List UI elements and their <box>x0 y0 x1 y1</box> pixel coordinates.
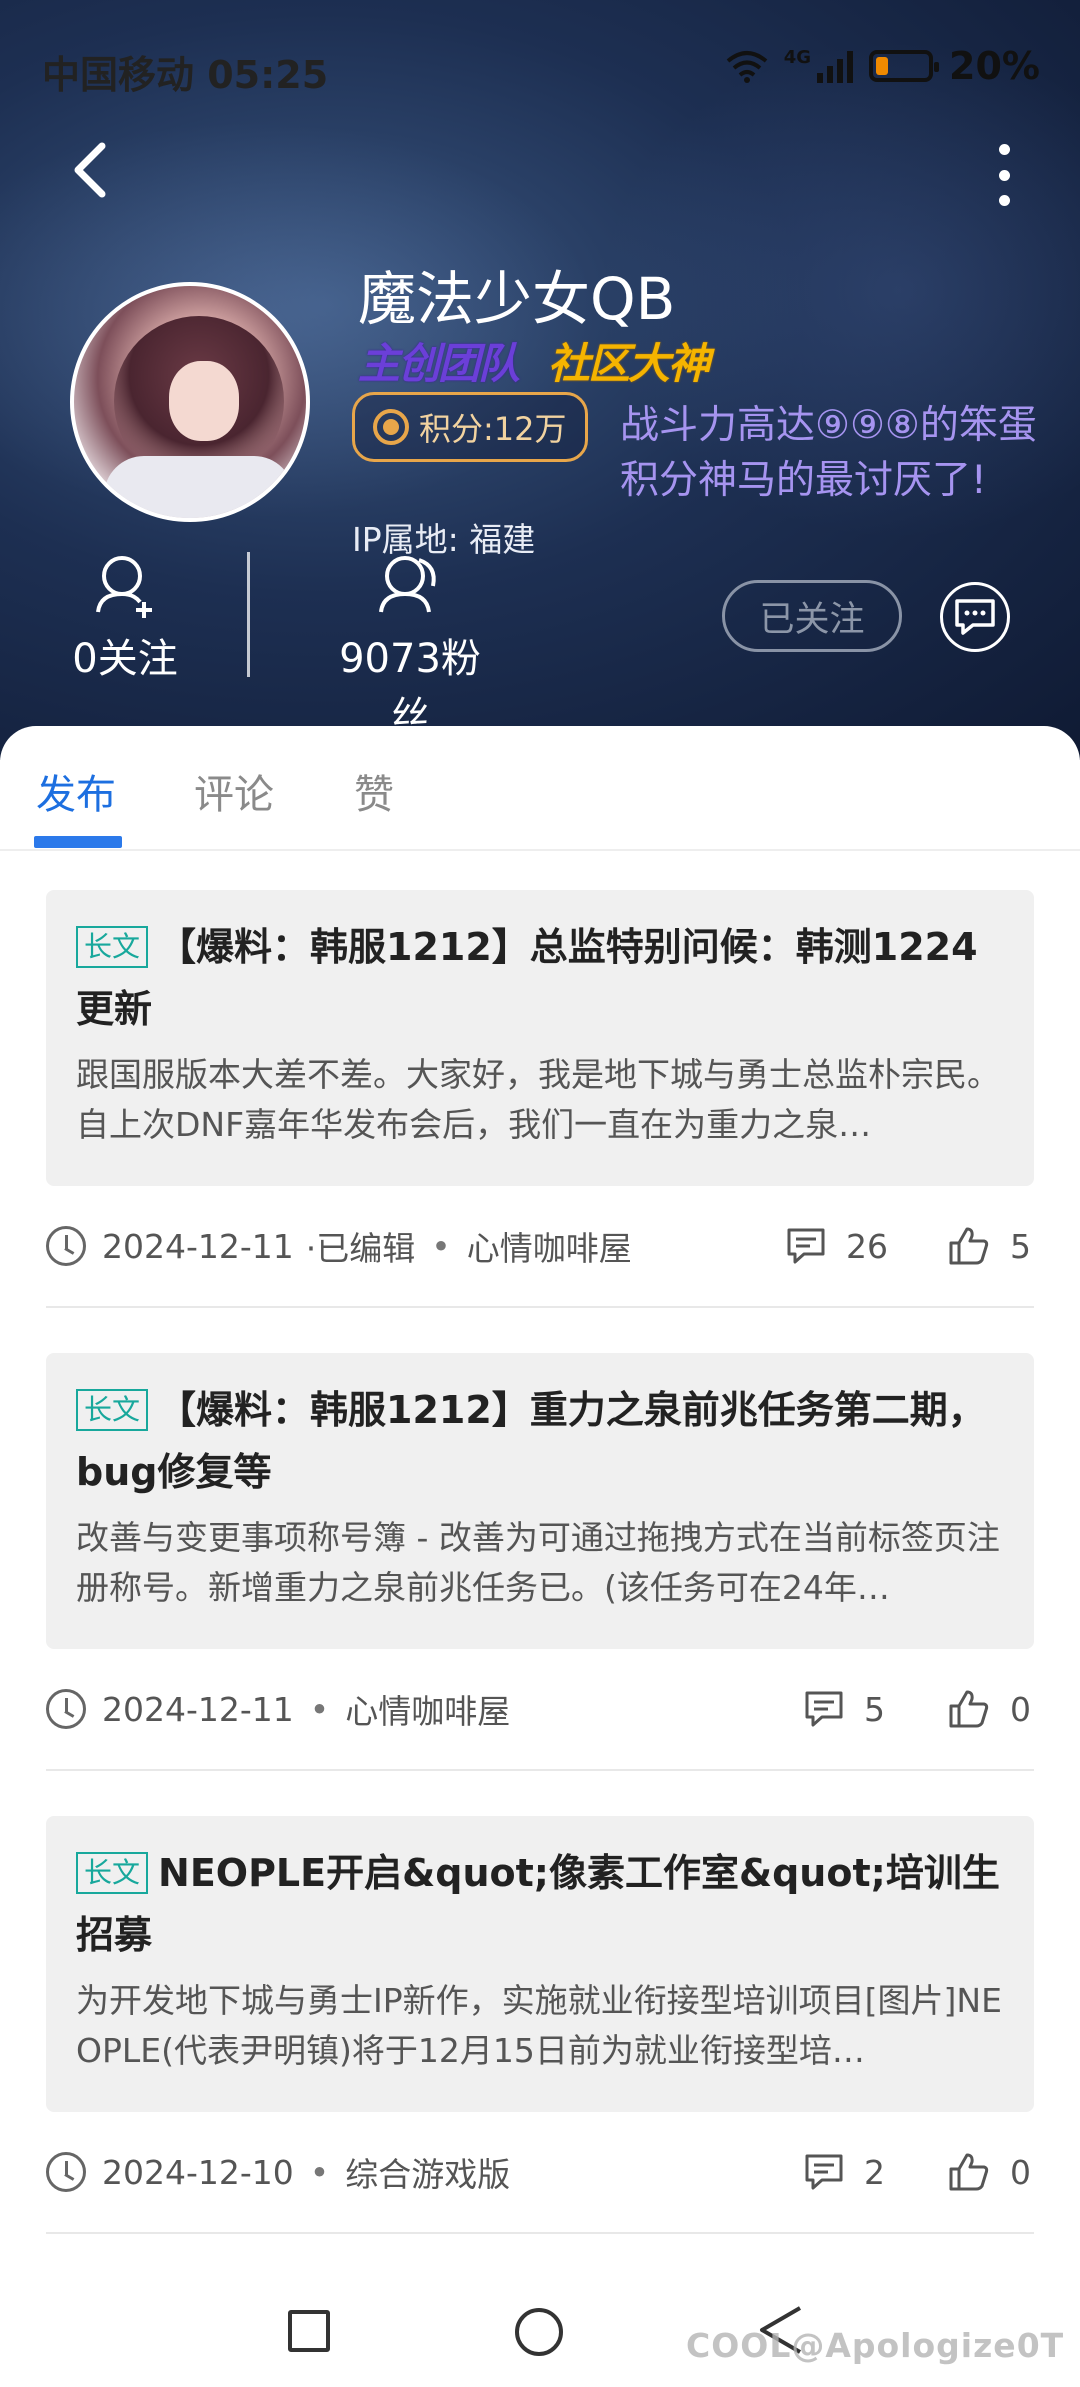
username: 魔法少女QB <box>358 265 676 333</box>
watermark: COOL@Apologize0T <box>686 2326 1065 2365</box>
post-title: 长文 NEOPLE开启&quot;像素工作室&quot;培训生招募 <box>76 1842 1004 1966</box>
network-type: 4G <box>783 46 812 68</box>
like-icon[interactable] <box>948 1226 990 1266</box>
post-divider <box>46 1769 1034 1771</box>
avatar[interactable] <box>70 282 310 522</box>
meta-separator: • <box>309 1689 330 1729</box>
signal-icon <box>817 49 854 83</box>
following-count: 0关注 <box>72 636 178 682</box>
like-count: 0 <box>1010 2152 1031 2192</box>
post-card[interactable]: 长文 NEOPLE开启&quot;像素工作室&quot;培训生招募 为开发地下城与… <box>46 1816 1034 2112</box>
post-card[interactable]: 长文 【爆料：韩服1212】重力之泉前兆任务第二期，bug修复等 改善与变更事项称… <box>46 1353 1034 1649</box>
back-icon[interactable] <box>62 140 122 200</box>
post-board[interactable]: 心情咖啡屋 <box>345 1685 510 1733</box>
post-item[interactable]: 长文 NEOPLE开启&quot;像素工作室&quot;培训生招募 为开发地下城与… <box>46 1816 1034 2234</box>
points-label: 积分:12万 <box>419 410 567 448</box>
comment-icon[interactable] <box>804 1690 844 1728</box>
chat-icon <box>955 599 995 635</box>
post-date: 2024-12-10 <box>102 2152 294 2192</box>
comment-icon[interactable] <box>804 2153 844 2191</box>
post-item[interactable]: 长文 【爆料：韩服1212】总监特别问候：韩测1224更新 跟国服版本大差不差。大… <box>46 890 1034 1308</box>
content-panel: 发布 评论 赞 长文 【爆料：韩服1212】总监特别问候：韩测1224更新 跟国服… <box>0 726 1080 2266</box>
post-title-text: 【爆料：韩服1212】总监特别问候：韩测1224更新 <box>76 925 978 1031</box>
tab-indicator <box>34 836 122 848</box>
tab-likes[interactable]: 赞 <box>354 762 394 820</box>
like-icon[interactable] <box>948 1689 990 1729</box>
clock-icon <box>46 1689 86 1729</box>
chat-button[interactable] <box>940 582 1010 652</box>
badge-team: 主创团队 <box>358 339 520 388</box>
followed-button[interactable]: 已关注 <box>722 580 902 652</box>
long-post-tag: 长文 <box>76 1389 149 1431</box>
post-stats: 2 0 <box>804 2112 1034 2232</box>
tab-posts[interactable]: 发布 <box>36 762 116 820</box>
comment-icon[interactable] <box>786 1227 826 1265</box>
tab-bar: 发布 评论 赞 <box>0 726 1080 851</box>
clock-icon <box>46 2152 86 2192</box>
post-date: 2024-12-11 <box>102 1226 294 1266</box>
post-stats: 26 5 <box>786 1186 1034 1306</box>
meta-separator: • <box>309 2152 330 2192</box>
post-summary: 为开发地下城与勇士IP新作，实施就业衔接型培训项目[图片]NEOPLE(代表尹明… <box>76 1981 1002 2070</box>
more-icon[interactable] <box>984 140 1024 210</box>
post-divider <box>46 1306 1034 1308</box>
post-meta: 2024-12-11 • 心情咖啡屋 5 0 <box>46 1649 1034 1769</box>
wifi-icon <box>726 51 768 83</box>
post-title-text: NEOPLE开启&quot;像素工作室&quot;培训生招募 <box>76 1851 1000 1957</box>
points-badge[interactable]: 积分:12万 <box>352 392 588 462</box>
like-count: 0 <box>1010 1689 1031 1729</box>
post-title-text: 【爆料：韩服1212】重力之泉前兆任务第二期，bug修复等 <box>76 1388 986 1494</box>
post-card[interactable]: 长文 【爆料：韩服1212】总监特别问候：韩测1224更新 跟国服版本大差不差。大… <box>46 890 1034 1186</box>
post-board[interactable]: 综合游戏版 <box>345 2148 510 2196</box>
fans-icon <box>379 556 436 613</box>
post-divider <box>46 2232 1034 2234</box>
home-icon[interactable] <box>515 2308 563 2356</box>
post-summary: 跟国服版本大差不差。大家好，我是地下城与勇士总监朴宗民。自上次DNF嘉年华发布会… <box>76 1055 1000 1144</box>
user-signature: 战斗力高达⑨⑨⑧的笨蛋 积分神马的最讨厌了! <box>620 403 1037 503</box>
status-icons: 4G 20% <box>726 44 1040 88</box>
comment-count: 2 <box>864 2152 885 2192</box>
comment-count: 5 <box>864 1689 885 1729</box>
badge-row: 主创团队 社区大神 <box>358 330 710 391</box>
tab-comments[interactable]: 评论 <box>194 762 274 820</box>
follow-user-icon <box>96 556 152 618</box>
fans-count: 9073粉丝 <box>339 636 481 740</box>
post-date: 2024-12-11 <box>102 1689 294 1729</box>
meta-separator: • <box>431 1226 451 1266</box>
badge-god: 社区大神 <box>548 339 710 388</box>
post-item[interactable]: 长文 【爆料：韩服1212】重力之泉前兆任务第二期，bug修复等 改善与变更事项称… <box>46 1353 1034 1771</box>
profile-header: 中国移动 05:25 4G 20% 魔法少女QB 主创团队 社区大神 积分:12… <box>0 0 1080 760</box>
like-icon[interactable] <box>948 2152 990 2192</box>
post-board[interactable]: 心情咖啡屋 <box>467 1222 632 1270</box>
status-bar: 中国移动 05:25 4G 20% <box>0 0 1080 140</box>
battery-percent: 20% <box>949 44 1040 88</box>
system-nav-bar: COOL@Apologize0T <box>0 2266 1080 2387</box>
post-meta: 2024-12-11 ·已编辑 • 心情咖啡屋 26 5 <box>46 1186 1034 1306</box>
post-stats: 5 0 <box>804 1649 1034 1769</box>
post-summary: 改善与变更事项称号簿 - 改善为可通过拖拽方式在当前标签页注册称号。新增重力之泉… <box>76 1518 1000 1607</box>
carrier-time: 中国移动 05:25 <box>42 53 329 97</box>
clock-icon <box>46 1226 86 1266</box>
stat-divider <box>247 552 250 677</box>
post-meta: 2024-12-10 • 综合游戏版 2 0 <box>46 2112 1034 2232</box>
recents-icon[interactable] <box>288 2310 330 2352</box>
post-title: 长文 【爆料：韩服1212】重力之泉前兆任务第二期，bug修复等 <box>76 1379 1004 1503</box>
following-stat[interactable]: 0关注 <box>60 552 190 684</box>
post-title: 长文 【爆料：韩服1212】总监特别问候：韩测1224更新 <box>76 916 1004 1040</box>
long-post-tag: 长文 <box>76 926 149 968</box>
comment-count: 26 <box>846 1226 888 1266</box>
like-count: 5 <box>1010 1226 1031 1266</box>
medal-icon <box>373 409 409 445</box>
fans-stat[interactable]: 9073粉丝 <box>320 552 500 742</box>
post-edited: ·已编辑 <box>305 1229 416 1268</box>
long-post-tag: 长文 <box>76 1852 149 1894</box>
battery-icon <box>869 50 940 82</box>
